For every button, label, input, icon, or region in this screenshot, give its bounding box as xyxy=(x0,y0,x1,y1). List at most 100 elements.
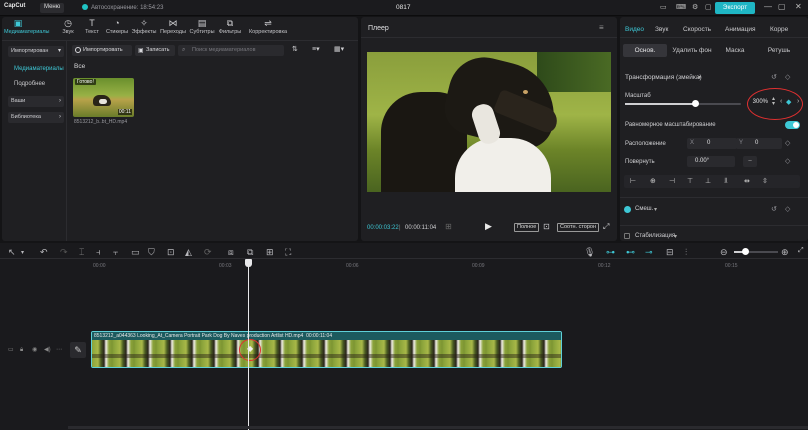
zoom-slider[interactable] xyxy=(734,248,778,255)
keyframe-icon[interactable]: ◇ xyxy=(785,205,790,213)
split-left-icon[interactable]: ⫞ xyxy=(96,247,101,258)
keyframe-icon[interactable]: ◇ xyxy=(785,139,790,147)
distribute-h-icon[interactable]: ⇹ xyxy=(744,177,750,185)
aspect-ratio-button[interactable]: Соотн. сторон xyxy=(557,223,600,232)
sidebar-item-more[interactable]: Подробнее xyxy=(14,81,45,87)
media-thumbnail[interactable]: Готово! 00:11 xyxy=(73,78,134,117)
close-icon[interactable]: ✕ xyxy=(795,2,802,11)
keyframe-icon[interactable]: ◇ xyxy=(785,157,790,165)
preview-axis-icon[interactable]: ⊟ xyxy=(666,247,674,258)
tab-stickers[interactable]: ◔ Стикеры xyxy=(103,19,131,36)
mirror-icon[interactable]: ◭ xyxy=(185,247,192,258)
playhead-handle[interactable] xyxy=(245,259,252,267)
rotate-field[interactable]: 0.00° xyxy=(687,156,735,167)
tab-filters[interactable]: ⧉ Фильтры xyxy=(216,19,244,36)
rotate-icon[interactable]: ⟳ xyxy=(204,247,212,258)
minimize-icon[interactable]: — xyxy=(764,2,772,11)
search-input[interactable]: ⌕ Поиск медиаматериалов xyxy=(178,45,284,56)
split-icon[interactable]: ⌶ xyxy=(79,247,84,258)
export-button[interactable]: Экспорт xyxy=(715,2,755,14)
chevron-down-icon[interactable]: ▾ xyxy=(21,249,24,256)
import-button[interactable]: Импортировать xyxy=(72,45,132,56)
maximize-icon[interactable]: ▢ xyxy=(778,2,786,11)
sort-icon[interactable]: ⇅ xyxy=(292,46,298,53)
keyframe-icon[interactable]: ◇ xyxy=(785,73,790,81)
scale-slider-knob[interactable] xyxy=(691,100,699,107)
delete-icon[interactable]: ▭ xyxy=(131,247,140,258)
eye-icon[interactable]: ◉ xyxy=(32,347,37,353)
zoom-in-icon[interactable]: ⊕ xyxy=(781,247,789,258)
distribute-v-icon[interactable]: ⇳ xyxy=(762,177,768,185)
undo-icon[interactable]: ↶ xyxy=(40,247,48,258)
tab-captions[interactable]: ▤ Субтитры xyxy=(188,19,216,36)
layout-icon[interactable]: ▭ xyxy=(660,3,667,11)
keyboard-icon[interactable]: ⌨ xyxy=(676,3,686,11)
align-top-icon[interactable]: ⊤ xyxy=(687,177,693,185)
reset-icon[interactable]: ↺ xyxy=(771,73,777,81)
stabilize-checkbox[interactable] xyxy=(624,233,630,239)
blend-label[interactable]: Смеш. xyxy=(635,206,653,212)
record-button[interactable]: ▣ Записать xyxy=(135,45,175,56)
auto-reframe-icon[interactable]: ⛶ xyxy=(285,247,291,258)
align-bottom-icon[interactable]: ⫫ xyxy=(724,177,728,185)
quality-button[interactable]: Полное xyxy=(514,223,540,232)
imported-button[interactable]: Импортирован ▾ xyxy=(8,46,64,57)
tab-adjust[interactable]: ⇌ Корректировка xyxy=(248,19,288,36)
subtab-retouch[interactable]: Ретушь xyxy=(760,44,798,57)
tab-adjustment[interactable]: Корре xyxy=(770,26,788,33)
yours-button[interactable]: Ваши › xyxy=(8,96,64,107)
tab-speed[interactable]: Скорость xyxy=(683,26,711,33)
rotate-dial-icon[interactable]: – xyxy=(743,156,757,167)
subtab-remove-bg[interactable]: Удалить фон xyxy=(672,44,712,57)
fullscreen-icon[interactable]: ▢ xyxy=(705,3,712,11)
play-icon[interactable]: ▶ xyxy=(485,222,492,231)
time-ruler[interactable]: 00:00 00:03 00:06 00:09 00:12 00:15 xyxy=(68,259,808,271)
main-track-magnet-icon[interactable]: ⊶ xyxy=(606,247,615,258)
linkage-icon[interactable]: ⊸ xyxy=(645,247,653,258)
scale-slider-track[interactable] xyxy=(625,100,741,107)
more-icon[interactable]: ⋯ xyxy=(56,347,62,353)
transform-header[interactable]: Трансформация (змейка) xyxy=(625,74,702,81)
tab-effects[interactable]: ✧ Эффекты xyxy=(130,19,158,36)
settings-icon[interactable]: ⚙ xyxy=(692,3,698,11)
mark-icon[interactable]: ⛉ xyxy=(148,247,155,258)
freeze-icon[interactable]: ⧈ xyxy=(228,247,234,258)
tab-media[interactable]: ▣ Медиаматериалы xyxy=(4,19,50,36)
fit-timeline-icon[interactable]: ⤢ xyxy=(798,247,804,255)
stabilize-label[interactable]: Стабилизация xyxy=(635,233,675,239)
menu-icon[interactable]: ≡ xyxy=(599,24,604,32)
subtab-mask[interactable]: Маска xyxy=(718,44,752,57)
align-right-icon[interactable]: ⊣ xyxy=(669,177,675,185)
crop-icon[interactable]: ⊡ xyxy=(167,247,175,258)
uniform-scale-toggle[interactable] xyxy=(785,121,800,129)
position-x-field[interactable]: X 0 xyxy=(687,138,737,149)
fit-icon[interactable]: ⊞ xyxy=(266,247,274,258)
cover-icon[interactable]: ▭ xyxy=(8,347,14,353)
align-middle-icon[interactable]: ⊥ xyxy=(705,177,711,185)
horizontal-scrollbar[interactable] xyxy=(68,426,808,429)
align-center-icon[interactable]: ⊕ xyxy=(650,177,656,185)
select-tool-icon[interactable]: ↖ xyxy=(8,247,16,258)
grid-icon[interactable]: ⊞ xyxy=(445,223,452,231)
lock-icon[interactable]: 🔒︎ xyxy=(20,347,23,353)
zoom-out-icon[interactable]: ⊖ xyxy=(720,247,728,258)
edit-cover-button[interactable]: ✎ xyxy=(70,342,86,358)
tab-animation[interactable]: Анимация xyxy=(725,26,756,33)
microphone-icon[interactable]: 🎙 xyxy=(584,247,595,258)
align-left-icon[interactable]: ⊢ xyxy=(630,177,636,185)
sidebar-item-media[interactable]: Медиаматериалы xyxy=(14,66,64,72)
playhead[interactable] xyxy=(248,260,249,430)
zoom-knob[interactable] xyxy=(742,248,749,255)
filter-icon[interactable]: ≡▾ xyxy=(312,46,320,53)
split-right-icon[interactable]: ⫟ xyxy=(113,247,118,258)
blend-checkbox[interactable] xyxy=(624,206,631,213)
position-y-field[interactable]: Y 0 xyxy=(736,138,782,149)
crop-icon[interactable]: ⊡ xyxy=(543,223,550,231)
video-clip[interactable]: 8513212_a044363 Looking_At_Camera Portra… xyxy=(91,331,562,368)
tab-text[interactable]: T Текст xyxy=(78,19,106,36)
video-preview[interactable] xyxy=(367,52,611,192)
library-button[interactable]: Библиотека › xyxy=(8,112,64,123)
tab-video[interactable]: Видео xyxy=(625,26,644,33)
tab-transitions[interactable]: ⋈ Переходы xyxy=(159,19,187,36)
subtab-basic[interactable]: Основ. xyxy=(623,44,667,57)
